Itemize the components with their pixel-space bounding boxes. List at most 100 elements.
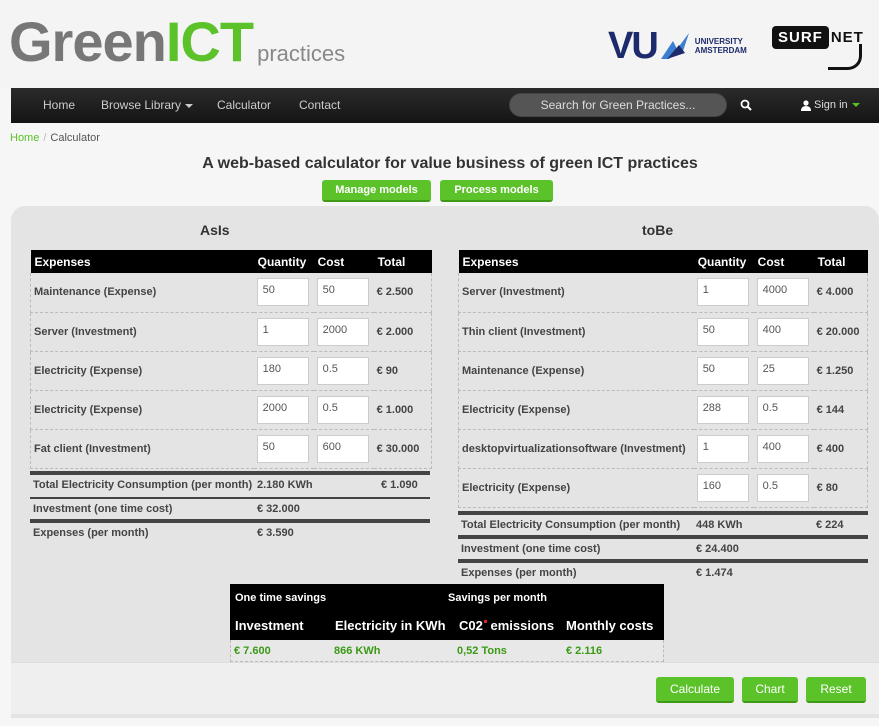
vu-subtitle: UNIVERSITY AMSTERDAM	[695, 37, 747, 55]
info-dot-icon	[483, 620, 487, 623]
cost-input[interactable]: 4000	[756, 278, 809, 307]
expense-name: Electricity (Expense)	[457, 390, 694, 430]
row-total: € 90	[373, 351, 432, 391]
summary-value: € 3.590	[257, 527, 294, 539]
logo-green: Green	[9, 10, 167, 73]
quantity-input[interactable]: 288	[696, 395, 749, 424]
cost-input[interactable]: 400	[756, 434, 809, 463]
cost-input[interactable]: 400	[756, 317, 809, 346]
summary-label: Total Electricity Consumption (per month…	[33, 479, 253, 491]
cost-input[interactable]: 0.5	[756, 395, 809, 424]
row-total: € 80	[813, 468, 868, 508]
col-electricity: Electricity in KWh	[335, 618, 446, 633]
nav-contact[interactable]: Contact	[299, 88, 340, 123]
expense-name: Fat client (Investment)	[29, 429, 254, 469]
chart-button[interactable]: Chart	[742, 677, 798, 703]
summary-kwh: 448 KWh	[696, 519, 743, 531]
main-navbar: Home Browse Library Calculator Contact S…	[11, 88, 879, 123]
vu-logo: VU UNIVERSITY AMSTERDAM	[608, 25, 747, 67]
tobe-header-row: Expenses Quantity Cost Total	[458, 250, 868, 273]
site-header: GreenICT practices VU UNIVERSITY AMSTERDA…	[0, 0, 879, 88]
table-row: Electricity (Expense) 2000 0.5 € 1.000	[29, 390, 432, 430]
quantity-input[interactable]: 1	[696, 278, 749, 307]
greenict-logo[interactable]: GreenICT practices	[9, 12, 345, 84]
nav-browse-library[interactable]: Browse Library	[101, 88, 194, 123]
nav-home[interactable]: Home	[43, 88, 75, 123]
cost-input[interactable]: 0.5	[756, 473, 809, 502]
nav-browse-label: Browse Library	[101, 98, 182, 112]
surfnet-logo: SURF NET	[772, 26, 864, 70]
quantity-input[interactable]: 160	[696, 473, 749, 502]
summary-value: € 32.000	[257, 503, 300, 515]
breadcrumb: Home / Calculator	[10, 132, 100, 144]
quantity-input[interactable]: 50	[256, 278, 309, 307]
co2-label: C02	[459, 618, 483, 633]
expense-name: Server (Investment)	[457, 273, 694, 313]
electricity-savings-value: 866 KWh	[334, 645, 381, 657]
row-total: € 2.000	[373, 312, 432, 352]
quantity-input[interactable]: 2000	[256, 395, 309, 424]
savings-per-month-label: Savings per month	[448, 592, 548, 604]
cost-input[interactable]: 0.5	[316, 395, 369, 424]
table-row: desktopvirtualizationsoftware (Investmen…	[457, 429, 868, 469]
quantity-input[interactable]: 180	[256, 356, 309, 385]
summary-value: € 1.474	[696, 567, 733, 579]
summary-label: Investment (one time cost)	[461, 543, 601, 555]
expense-name: Server (Investment)	[29, 312, 254, 352]
table-row: Maintenance (Expense) 50 25 € 1.250	[457, 351, 868, 391]
breadcrumb-separator: /	[43, 132, 47, 144]
col-monthly-costs: Monthly costs	[566, 618, 654, 633]
quantity-input[interactable]: 50	[696, 317, 749, 346]
row-total: € 20.000	[813, 312, 868, 352]
vu-sub-amsterdam: AMSTERDAM	[694, 46, 747, 55]
vu-sub-university: UNIVERSITY	[694, 37, 743, 46]
sign-in-label: Sign in	[814, 99, 848, 111]
calculate-button[interactable]: Calculate	[656, 677, 734, 703]
cost-input[interactable]: 600	[316, 434, 369, 463]
quantity-input[interactable]: 1	[696, 434, 749, 463]
row-total: € 144	[813, 390, 868, 430]
col-co2: C02 emissions	[459, 618, 554, 633]
sign-in-dropdown[interactable]: Sign in	[801, 88, 860, 123]
search-input[interactable]: Search for Green Practices...	[509, 93, 727, 117]
breadcrumb-home[interactable]: Home	[10, 132, 39, 144]
process-models-button[interactable]: Process models	[440, 180, 553, 202]
asis-header-row: Expenses Quantity Cost Total	[30, 250, 432, 273]
col-cost: Cost	[753, 250, 814, 273]
col-total: Total	[373, 250, 432, 273]
summary-kwh: 2.180 KWh	[257, 479, 313, 491]
cost-input[interactable]: 50	[316, 278, 369, 307]
asis-investment-summary: Investment (one time cost) € 32.000	[30, 497, 430, 517]
logo-practices: practices	[257, 41, 346, 66]
table-row: Maintenance (Expense) 50 50 € 2.500	[29, 273, 432, 313]
tobe-investment-summary: Investment (one time cost) € 24.400	[458, 535, 868, 555]
summary-label: Investment (one time cost)	[33, 503, 173, 515]
asis-title: AsIs	[200, 222, 230, 238]
nav-calculator[interactable]: Calculator	[217, 88, 271, 123]
search-button[interactable]	[736, 93, 756, 117]
quantity-input[interactable]: 1	[256, 317, 309, 346]
manage-models-button[interactable]: Manage models	[322, 180, 431, 202]
cost-input[interactable]: 25	[756, 356, 809, 385]
col-expenses: Expenses	[30, 250, 254, 273]
cost-input[interactable]: 2000	[316, 317, 369, 346]
table-row: Electricity (Expense) 288 0.5 € 144	[457, 390, 868, 430]
expense-name: Maintenance (Expense)	[457, 351, 694, 391]
quantity-input[interactable]: 50	[256, 434, 309, 463]
expense-name: Electricity (Expense)	[457, 468, 694, 508]
col-total: Total	[813, 250, 868, 273]
savings-values-row: € 7.600 866 KWh 0,52 Tons € 2.116	[230, 640, 664, 662]
summary-label: Total Electricity Consumption (per month…	[461, 519, 681, 531]
investment-savings-value: € 7.600	[234, 645, 271, 657]
cost-input[interactable]: 0.5	[316, 356, 369, 385]
summary-total: € 1.090	[381, 479, 418, 491]
search-icon	[740, 99, 752, 111]
row-total: € 1.250	[813, 351, 868, 391]
surf-text: SURF	[772, 26, 829, 49]
quantity-input[interactable]: 50	[696, 356, 749, 385]
tobe-electricity-summary: Total Electricity Consumption (per month…	[458, 511, 868, 531]
vu-text: VU	[608, 25, 659, 67]
col-expenses: Expenses	[458, 250, 694, 273]
user-icon	[801, 99, 811, 111]
reset-button[interactable]: Reset	[806, 677, 866, 703]
